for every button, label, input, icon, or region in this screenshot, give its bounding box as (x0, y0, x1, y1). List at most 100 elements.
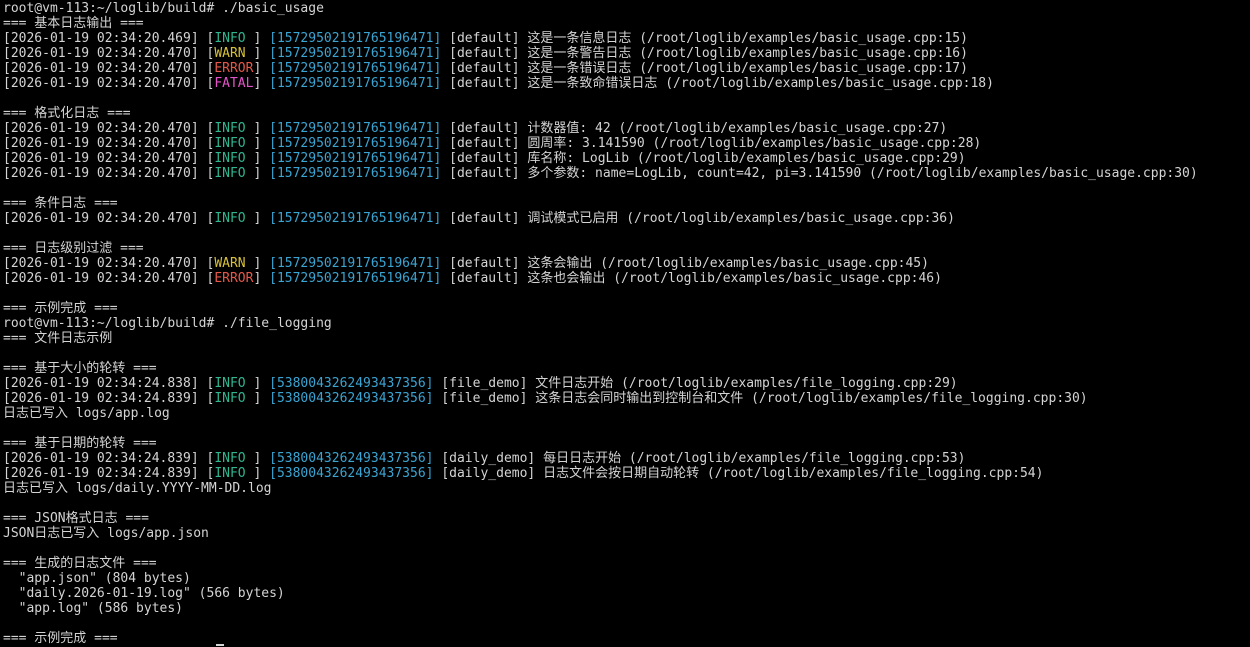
log-bracket: ] (253, 46, 270, 61)
log-timestamp: [2026-01-19 02:34:24.839] (3, 451, 207, 466)
log-thread-id: [15729502191765196471] (269, 211, 442, 226)
output-line: === 基于日期的轮转 === (3, 436, 1250, 451)
log-message: 日志文件会按日期自动轮转 (/root/loglib/examples/file… (543, 466, 1044, 481)
log-logger: [daily_demo] (433, 451, 544, 466)
log-timestamp: [2026-01-19 02:34:20.470] (3, 166, 207, 181)
log-thread-id: [15729502191765196471] (269, 61, 442, 76)
log-logger: [default] (441, 31, 528, 46)
log-message: 文件日志开始 (/root/loglib/examples/file_loggi… (535, 376, 958, 391)
output-line: "app.log" (586 bytes) (3, 601, 1250, 616)
log-line: [2026-01-19 02:34:24.839] [INFO ] [53800… (3, 391, 1250, 406)
output-text: === 条件日志 === (3, 196, 118, 211)
log-line: [2026-01-19 02:34:20.469] [INFO ] [15729… (3, 31, 1250, 46)
log-line: [2026-01-19 02:34:24.839] [INFO ] [53800… (3, 466, 1250, 481)
log-message: 库名称: LogLib (/root/loglib/examples/basic… (527, 151, 966, 166)
log-timestamp: [2026-01-19 02:34:20.470] (3, 256, 207, 271)
shell-prompt-line: root@vm-113:~/loglib/build# ./basic_usag… (3, 1, 1250, 16)
log-thread-id: [15729502191765196471] (269, 46, 442, 61)
log-bracket: ] (253, 166, 270, 181)
log-timestamp: [2026-01-19 02:34:20.470] (3, 76, 207, 91)
log-message: 这条会输出 (/root/loglib/examples/basic_usage… (527, 256, 929, 271)
log-bracket: ] (253, 76, 270, 91)
log-bracket: ] (253, 61, 270, 76)
output-text: === 基于大小的轮转 === (3, 361, 157, 376)
log-level: INFO (214, 121, 254, 136)
output-line: === 基于大小的轮转 === (3, 361, 1250, 376)
output-line: === 示例完成 === (3, 301, 1250, 316)
log-thread-id: [15729502191765196471] (269, 31, 442, 46)
log-thread-id: [15729502191765196471] (269, 256, 442, 271)
terminal-window[interactable]: root@vm-113:~/loglib/build# ./basic_usag… (0, 0, 1250, 647)
output-line: === 条件日志 === (3, 196, 1250, 211)
output-line: === 示例完成 === (3, 631, 1250, 646)
log-line: [2026-01-19 02:34:20.470] [INFO ] [15729… (3, 121, 1250, 136)
output-text: === 示例完成 === (3, 631, 118, 646)
log-message: 计数器值: 42 (/root/loglib/examples/basic_us… (527, 121, 948, 136)
output-text: JSON日志已写入 logs/app.json (3, 526, 209, 541)
log-bracket: ] (253, 451, 270, 466)
log-line: [2026-01-19 02:34:20.470] [ERROR] [15729… (3, 271, 1250, 286)
log-logger: [default] (441, 256, 528, 271)
log-line: [2026-01-19 02:34:24.839] [INFO ] [53800… (3, 451, 1250, 466)
log-message: 这是一条信息日志 (/root/loglib/examples/basic_us… (527, 31, 968, 46)
log-logger: [daily_demo] (433, 466, 544, 481)
log-line: [2026-01-19 02:34:20.470] [ERROR] [15729… (3, 61, 1250, 76)
output-text: 日志已写入 logs/daily.YYYY-MM-DD.log (3, 481, 272, 496)
log-message: 这是一条警告日志 (/root/loglib/examples/basic_us… (527, 46, 968, 61)
log-timestamp: [2026-01-19 02:34:20.470] (3, 61, 207, 76)
log-logger: [default] (441, 121, 528, 136)
log-level: INFO (214, 136, 254, 151)
output-line: === 生成的日志文件 === (3, 556, 1250, 571)
output-text: === 基本日志输出 === (3, 16, 144, 31)
log-logger: [default] (441, 76, 528, 91)
log-line: [2026-01-19 02:34:20.470] [FATAL] [15729… (3, 76, 1250, 91)
log-logger: [default] (441, 211, 528, 226)
log-line: [2026-01-19 02:34:24.838] [INFO ] [53800… (3, 376, 1250, 391)
log-line: [2026-01-19 02:34:20.470] [WARN ] [15729… (3, 46, 1250, 61)
log-level: WARN (214, 256, 254, 271)
log-level: INFO (214, 151, 254, 166)
log-bracket: ] (253, 151, 270, 166)
log-timestamp: [2026-01-19 02:34:24.838] (3, 376, 207, 391)
log-logger: [file_demo] (433, 376, 536, 391)
output-line: 日志已写入 logs/daily.YYYY-MM-DD.log (3, 481, 1250, 496)
log-line: [2026-01-19 02:34:20.470] [INFO ] [15729… (3, 151, 1250, 166)
log-level: INFO (214, 166, 254, 181)
log-level: ERROR (214, 61, 254, 76)
shell-command: ./file_logging (222, 316, 332, 331)
log-timestamp: [2026-01-19 02:34:20.470] (3, 151, 207, 166)
output-text: 日志已写入 logs/app.log (3, 406, 170, 421)
log-timestamp: [2026-01-19 02:34:20.470] (3, 46, 207, 61)
output-line: "app.json" (804 bytes) (3, 571, 1250, 586)
log-bracket: ] (253, 376, 270, 391)
log-timestamp: [2026-01-19 02:34:24.839] (3, 391, 207, 406)
output-text: "daily.2026-01-19.log" (566 bytes) (3, 586, 285, 601)
output-text: "app.json" (804 bytes) (3, 571, 191, 586)
shell-prompt: root@vm-113:~/loglib/build# (3, 316, 223, 331)
log-level: INFO (214, 451, 254, 466)
log-level: FATAL (214, 76, 254, 91)
log-message: 圆周率: 3.141590 (/root/loglib/examples/bas… (527, 136, 982, 151)
log-level: INFO (214, 31, 254, 46)
log-logger: [default] (441, 271, 528, 286)
log-bracket: ] (253, 256, 270, 271)
output-line: === 日志级别过滤 === (3, 241, 1250, 256)
log-logger: [default] (441, 61, 528, 76)
log-bracket: ] (253, 136, 270, 151)
log-message: 每日日志开始 (/root/loglib/examples/file_loggi… (543, 451, 966, 466)
log-thread-id: [15729502191765196471] (269, 166, 442, 181)
log-level: INFO (214, 376, 254, 391)
log-level: INFO (214, 466, 254, 481)
log-level: INFO (214, 211, 254, 226)
output-text: === 生成的日志文件 === (3, 556, 157, 571)
output-text: === 日志级别过滤 === (3, 241, 144, 256)
log-logger: [default] (441, 136, 528, 151)
log-line: [2026-01-19 02:34:20.470] [WARN ] [15729… (3, 256, 1250, 271)
log-level: ERROR (214, 271, 254, 286)
output-line: JSON日志已写入 logs/app.json (3, 526, 1250, 541)
output-text: === 文件日志示例 (3, 331, 113, 346)
